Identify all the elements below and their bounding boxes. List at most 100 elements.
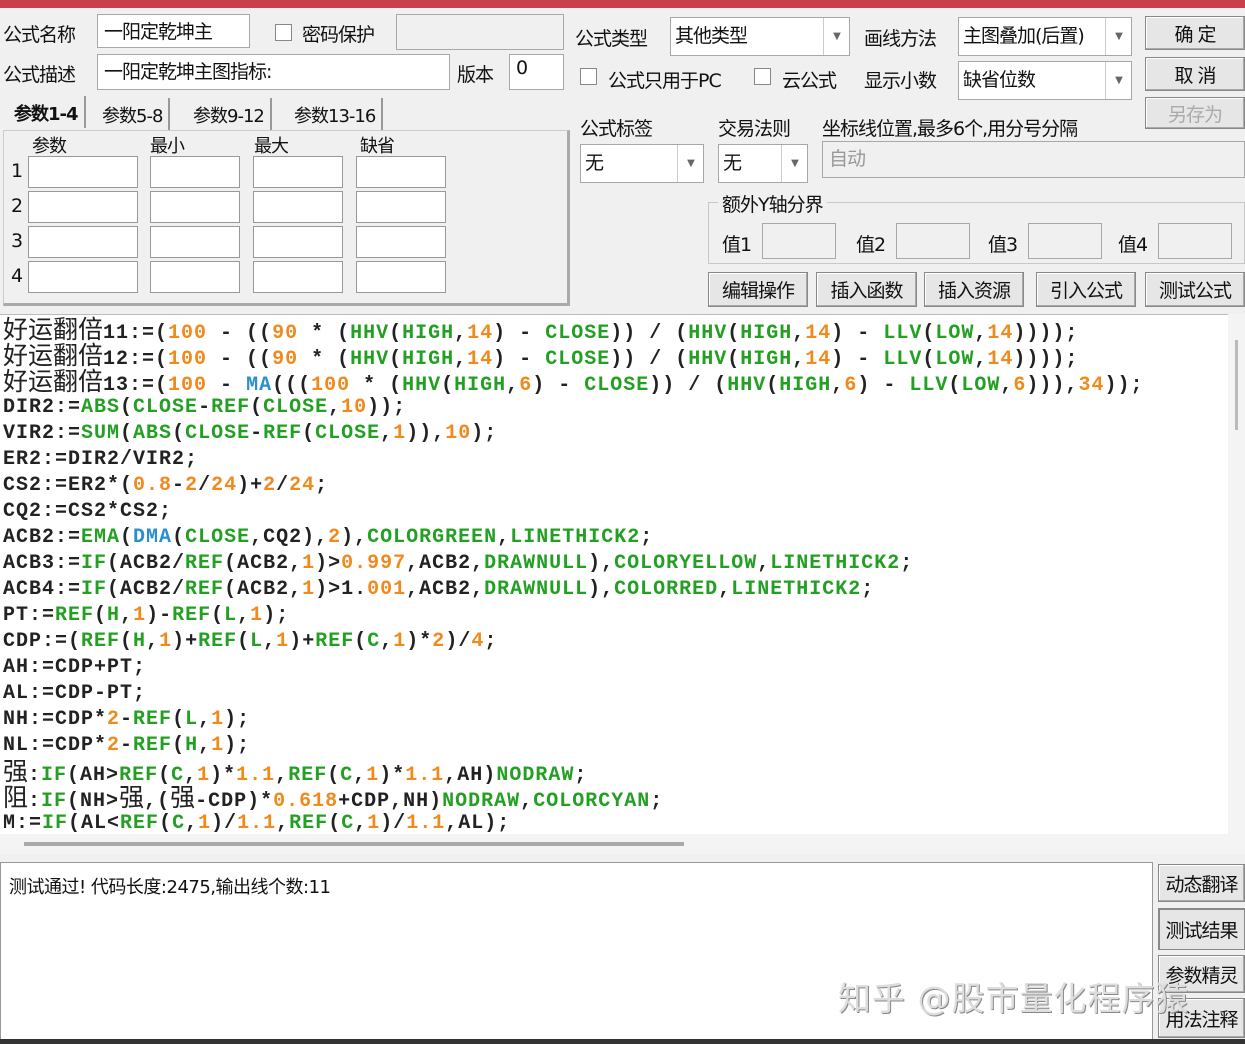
param-cell-min[interactable] [150, 191, 240, 223]
cancel-button[interactable]: 取 消 [1145, 57, 1245, 91]
param-cell-min[interactable] [150, 261, 240, 293]
password-checkbox[interactable] [275, 24, 292, 41]
code-function: DRAWNULL [484, 578, 589, 601]
code-identifier: 阻 [3, 783, 29, 812]
code-number: 1 [302, 578, 316, 601]
insert-function-button[interactable]: 插入函数 [816, 272, 917, 307]
tab-params-13-16[interactable]: 参数13-16 [288, 98, 384, 130]
code-line[interactable]: AL:=CDP-PT; [3, 681, 1143, 707]
password-input[interactable] [396, 14, 564, 50]
code-line[interactable]: CDP:=([g:REF]([g:H],[o:1])+[g:REF]([g:L]… [3, 629, 1143, 655]
code-line[interactable]: DIR2:=[g:ABS]([g:CLOSE]-[g:REF]([g:CLOSE… [3, 395, 1143, 421]
code-line[interactable]: CS2:=ER2*([o:0.8]-[o:2]/[o:24])+[o:2]/[o… [3, 473, 1143, 499]
trade-rule-select[interactable]: 无 ▼ [718, 144, 808, 183]
code-number: 1.1 [237, 812, 277, 834]
code-line[interactable]: 好运翻倍13:=([o:100] - [b:MA]((([o:100] * ([… [3, 367, 1143, 398]
axis-position-input[interactable]: 自动 [822, 141, 1245, 178]
formula-desc-input[interactable]: 一阳定乾坤主图指标: [97, 54, 450, 90]
code-function: REF [55, 604, 95, 627]
code-editor[interactable]: 好运翻倍11:=([o:100] - (([o:90] * ([g:HHV]([… [0, 314, 1228, 834]
vertical-scroll-thumb[interactable] [1235, 340, 1238, 430]
decimal-value: 缺省位数 [963, 69, 1036, 91]
param-cell-max[interactable] [253, 261, 343, 293]
dynamic-translate-button[interactable]: 动态翻译 [1158, 864, 1245, 902]
code-function: SUM [81, 422, 121, 445]
param-cell-name[interactable] [28, 156, 138, 188]
code-function: HHV [688, 348, 728, 371]
code-line[interactable]: VIR2:=[g:SUM]([g:ABS]([g:CLOSE]-[g:REF](… [3, 421, 1143, 447]
param-cell-max[interactable] [253, 191, 343, 223]
param-cell-name[interactable] [28, 191, 138, 223]
pc-only-checkbox[interactable] [580, 68, 597, 85]
import-formula-button[interactable]: 引入公式 [1036, 272, 1136, 307]
save-as-button[interactable]: 另存为 [1145, 97, 1245, 129]
y-value-input[interactable] [762, 223, 836, 259]
code-identifier: 好运翻倍 [3, 367, 104, 396]
code-number: 100 [168, 322, 208, 345]
param-cell-default[interactable] [356, 261, 446, 293]
code-number: 0.618 [273, 790, 339, 813]
code-line[interactable]: ACB4:=[g:IF](ACB2/[g:REF](ACB2,[o:1])>1.… [3, 577, 1143, 603]
code-number: 001 [367, 578, 407, 601]
param-cell-max[interactable] [253, 226, 343, 258]
code-line[interactable]: AH:=CDP+PT; [3, 655, 1143, 681]
code-line[interactable]: 好运翻倍12:=([o:100] - (([o:90] * ([g:HHV]([… [3, 343, 1143, 372]
test-formula-button[interactable]: 测试公式 [1145, 272, 1245, 307]
code-number: 1 [197, 764, 211, 787]
code-function: HIGH [402, 348, 455, 371]
code-function: HHV [727, 374, 767, 397]
code-line[interactable]: 强:[g:IF](AH>[g:REF]([g:C],[o:1])*[o:1.1]… [3, 759, 1143, 788]
code-function: LINETHICK2 [731, 578, 862, 601]
code-function: LLV [883, 348, 923, 371]
code-line[interactable]: 阻:[g:IF](NH>强,(强-CDP)*[o:0.618]+CDP,NH)[… [3, 783, 1143, 814]
code-line[interactable]: CQ2:=CS2*CS2; [3, 499, 1143, 525]
code-line[interactable]: NL:=CDP*[o:2]-[g:REF]([g:H],[o:1]); [3, 733, 1143, 759]
param-cell-min[interactable] [150, 156, 240, 188]
formula-tag-select[interactable]: 无 ▼ [580, 144, 704, 183]
code-function: HIGH [779, 374, 832, 397]
code-line[interactable]: NH:=CDP*[o:2]-[g:REF]([g:L],[o:1]); [3, 707, 1143, 733]
code-number: 4 [471, 630, 485, 653]
code-line[interactable]: PT:=[g:REF]([g:H],[o:1])-[g:REF]([g:L],[… [3, 603, 1143, 629]
tab-params-5-8[interactable]: 参数5-8 [96, 98, 171, 130]
test-result-button[interactable]: 测试结果 [1158, 908, 1245, 950]
code-function: LINETHICK2 [510, 526, 641, 549]
param-cell-default[interactable] [356, 226, 446, 258]
param-cell-default[interactable] [356, 191, 446, 223]
ok-button[interactable]: 确 定 [1145, 16, 1245, 50]
formula-type-select[interactable]: 其他类型 ▼ [670, 17, 850, 56]
y-value-input[interactable] [1158, 223, 1232, 259]
code-line[interactable]: 好运翻倍11:=([o:100] - (([o:90] * ([g:HHV]([… [3, 317, 1143, 346]
code-function: REF [185, 578, 225, 601]
code-line[interactable]: ACB3:=[g:IF](ACB2/[g:REF](ACB2,[o:1])>[o… [3, 551, 1143, 577]
param-cell-name[interactable] [28, 226, 138, 258]
param-cell-name[interactable] [28, 261, 138, 293]
param-cell-max[interactable] [253, 156, 343, 188]
code-line[interactable]: M:=[g:IF](AL<[g:REF]([g:C],[o:1])/[o:1.1… [3, 811, 1143, 834]
code-number: 24 [211, 474, 238, 497]
param-cell-min[interactable] [150, 226, 240, 258]
param-cell-default[interactable] [356, 156, 446, 188]
y-value-input[interactable] [896, 223, 970, 259]
code-line[interactable]: ACB2:=[g:EMA]([b:DMA]([g:CLOSE],CQ2),[o:… [3, 525, 1143, 551]
tab-params-9-12[interactable]: 参数9-12 [187, 98, 272, 130]
formula-name-input[interactable]: 一阳定乾坤主 [97, 14, 250, 48]
code-identifier: 强 [170, 783, 196, 812]
code-function: REF [315, 630, 355, 653]
horizontal-scroll-thumb[interactable] [24, 842, 684, 846]
code-text[interactable]: 好运翻倍11:=([o:100] - (([o:90] * ([g:HHV]([… [3, 317, 1143, 835]
code-line[interactable]: ER2:=DIR2/VIR2; [3, 447, 1143, 473]
cloud-checkbox[interactable] [754, 68, 771, 85]
draw-method-select[interactable]: 主图叠加(后置) ▼ [958, 17, 1132, 56]
y-value-input[interactable] [1028, 223, 1102, 259]
decimal-select[interactable]: 缺省位数 ▼ [958, 61, 1132, 100]
code-number: 1 [133, 604, 147, 627]
version-input[interactable]: 0 [509, 54, 564, 90]
code-number: 24 [289, 474, 316, 497]
code-function: HIGH [402, 322, 455, 345]
edit-ops-button[interactable]: 编辑操作 [708, 272, 808, 307]
code-function: HHV [350, 348, 390, 371]
tab-params-1-4[interactable]: 参数1-4 [8, 96, 86, 128]
code-function: CLOSE [133, 396, 199, 419]
insert-resource-button[interactable]: 插入资源 [924, 272, 1024, 307]
